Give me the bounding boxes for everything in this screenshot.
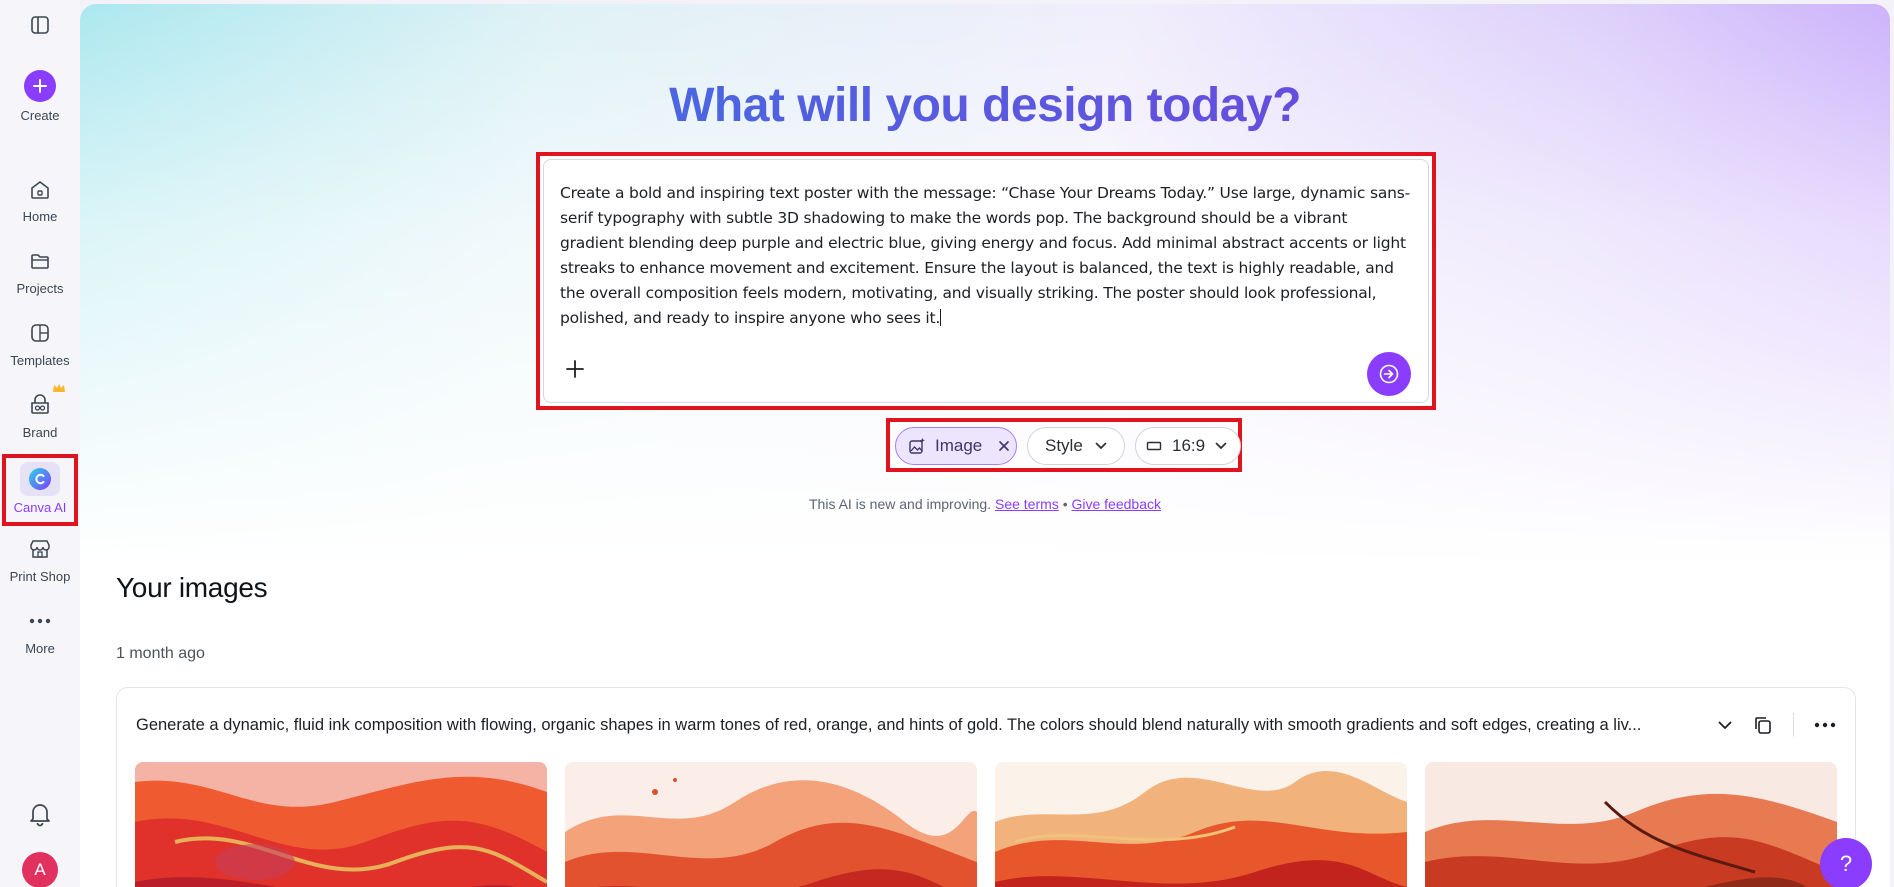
ink-artwork-image: [995, 762, 1407, 887]
text-caret: [940, 309, 942, 326]
sidebar-item-label: Print Shop: [9, 569, 71, 584]
give-feedback-link[interactable]: Give feedback: [1071, 496, 1161, 512]
sidebar-item-projects[interactable]: Projects: [4, 239, 76, 305]
brand-icon: [27, 392, 53, 418]
more-icon: [27, 608, 53, 634]
chevron-down-icon: [1215, 442, 1227, 450]
aspect-ratio-dropdown[interactable]: 16:9: [1135, 427, 1241, 465]
folder-icon: [27, 248, 53, 274]
sidebar-toggle-icon[interactable]: [29, 14, 51, 36]
sidebar-item-print-shop[interactable]: Print Shop: [4, 527, 76, 593]
notifications-bell-icon[interactable]: [27, 800, 53, 828]
expand-prompt-button[interactable]: [1710, 710, 1740, 740]
help-button[interactable]: ?: [1820, 838, 1872, 887]
chevron-down-icon: [1718, 721, 1732, 729]
page-title: What will you design today?: [80, 78, 1890, 133]
prompt-input-box[interactable]: Create a bold and inspiring text poster …: [536, 152, 1436, 410]
sidebar-item-label: Projects: [16, 281, 64, 296]
sidebar-item-label: Canva AI: [13, 500, 67, 515]
sidebar-item-home[interactable]: Home: [4, 167, 76, 233]
chevron-down-icon: [1095, 442, 1107, 450]
plus-icon: [566, 360, 584, 378]
style-dropdown[interactable]: Style: [1027, 427, 1125, 465]
ai-disclaimer: This AI is new and improving. See terms …: [80, 496, 1890, 512]
sidebar-item-label: Home: [22, 209, 58, 224]
create-label: Create: [20, 108, 60, 123]
sidebar-item-label: Brand: [22, 425, 58, 440]
templates-icon: [27, 320, 53, 346]
image-sparkle-icon: [909, 438, 925, 454]
ink-artwork-image: [565, 762, 977, 887]
generation-options: Image Style 16:9: [886, 418, 1242, 472]
avatar[interactable]: A: [22, 852, 58, 887]
sidebar-item-label: More: [25, 641, 55, 656]
image-mode-chip[interactable]: Image: [895, 427, 1017, 465]
close-icon[interactable]: [998, 440, 1010, 452]
generated-image-thumbnail[interactable]: [135, 762, 547, 887]
generated-image-thumbnail[interactable]: [995, 762, 1407, 887]
images-timestamp: 1 month ago: [116, 645, 205, 662]
create-button[interactable]: Create: [4, 70, 76, 136]
copy-icon: [1755, 717, 1771, 734]
crown-icon: [53, 384, 65, 392]
canva-ai-icon: [20, 462, 60, 496]
ink-artwork-image: [135, 762, 547, 887]
add-attachment-button[interactable]: [562, 356, 588, 382]
prompt-textarea[interactable]: Create a bold and inspiring text poster …: [560, 181, 1414, 331]
aspect-ratio-icon: [1146, 441, 1162, 451]
plus-icon: [24, 70, 56, 102]
more-horizontal-icon: [1814, 722, 1836, 728]
your-images-heading: Your images: [116, 572, 268, 603]
see-terms-link[interactable]: See terms: [995, 496, 1059, 512]
main-panel: What will you design today? Create a bol…: [80, 4, 1890, 887]
style-label: Style: [1045, 436, 1083, 455]
arrow-right-icon: [1379, 364, 1399, 384]
generated-image-thumbnail[interactable]: [565, 762, 977, 887]
card-more-options-button[interactable]: [1810, 710, 1840, 740]
aspect-ratio-label: 16:9: [1172, 436, 1206, 455]
submit-prompt-button[interactable]: [1367, 352, 1411, 396]
card-prompt-text: Generate a dynamic, fluid ink compositio…: [136, 716, 1642, 734]
image-generation-card: Generate a dynamic, fluid ink compositio…: [116, 687, 1856, 887]
ink-artwork-image: [1425, 762, 1837, 887]
sidebar: Create Home Projects Templates Brand Can…: [0, 0, 80, 887]
sidebar-item-templates[interactable]: Templates: [4, 311, 76, 377]
disclaimer-separator: •: [1062, 496, 1068, 512]
generated-image-thumbnail[interactable]: [1425, 762, 1837, 887]
sidebar-item-canva-ai[interactable]: Canva AI: [2, 454, 78, 526]
sidebar-item-more[interactable]: More: [4, 599, 76, 665]
card-divider: [1793, 713, 1794, 737]
sidebar-item-label: Templates: [10, 353, 70, 368]
home-icon: [27, 176, 53, 202]
prompt-text: Create a bold and inspiring text poster …: [560, 184, 1411, 327]
copy-prompt-button[interactable]: [1748, 710, 1778, 740]
print-shop-icon: [27, 536, 53, 562]
image-mode-label: Image: [935, 436, 983, 455]
disclaimer-text: This AI is new and improving.: [809, 496, 992, 512]
